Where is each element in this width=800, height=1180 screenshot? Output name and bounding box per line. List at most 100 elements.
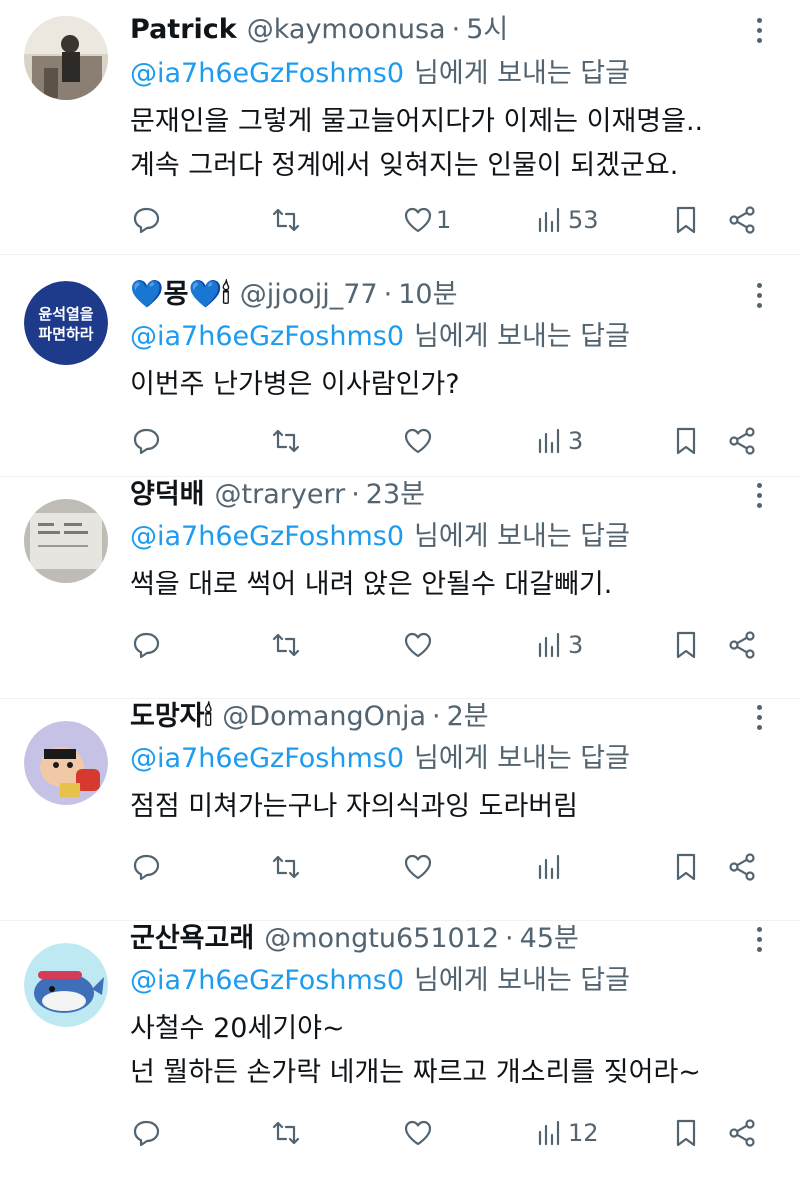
- tweet-actions: [130, 847, 770, 887]
- reply-button[interactable]: [130, 1113, 164, 1153]
- like-button[interactable]: [402, 1113, 436, 1153]
- like-button[interactable]: [402, 421, 436, 461]
- reply-button[interactable]: [130, 625, 164, 665]
- tweet[interactable]: 군산욕고래 @mongtu651012 · 45분 @ia7h6eGzFoshm…: [0, 921, 800, 1180]
- timestamp[interactable]: 10분: [398, 277, 457, 313]
- more-options-button[interactable]: [744, 477, 774, 513]
- user-handle[interactable]: @jjoojj_77: [240, 277, 378, 313]
- avatar[interactable]: [24, 16, 108, 100]
- timestamp[interactable]: 5시: [466, 12, 508, 48]
- retweet-icon: [270, 1117, 302, 1149]
- separator-dot: ·: [505, 923, 514, 954]
- like-button[interactable]: [402, 847, 436, 887]
- avatar[interactable]: [24, 499, 108, 583]
- bookmark-button[interactable]: [670, 847, 702, 887]
- like-button[interactable]: 1: [402, 200, 451, 240]
- avatar[interactable]: [24, 943, 108, 1027]
- more-options-button[interactable]: [744, 12, 774, 48]
- bar-chart-icon: [534, 425, 566, 457]
- tweet-actions: 3: [130, 625, 770, 665]
- tweet[interactable]: 양덕배 @traryerr · 23분 @ia7h6eGzFoshms0 님에게 …: [0, 477, 800, 699]
- bookmark-icon: [670, 204, 702, 236]
- tweet-actions: 3: [130, 421, 770, 461]
- share-button[interactable]: [726, 421, 758, 461]
- bookmark-button[interactable]: [670, 1113, 702, 1153]
- tweet[interactable]: Patrick @kaymoonusa · 5시 @ia7h6eGzFoshms…: [0, 0, 800, 255]
- reply-mention[interactable]: @ia7h6eGzFoshms0: [130, 965, 404, 996]
- user-handle[interactable]: @traryerr: [215, 477, 346, 513]
- reply-button[interactable]: [130, 847, 164, 887]
- heart-icon: [402, 204, 434, 236]
- separator-dot: ·: [351, 479, 360, 510]
- retweet-icon: [270, 851, 302, 883]
- share-button[interactable]: [726, 847, 758, 887]
- retweet-icon: [270, 425, 302, 457]
- bookmark-button[interactable]: [670, 200, 702, 240]
- bookmark-button[interactable]: [670, 421, 702, 461]
- retweet-button[interactable]: [270, 625, 304, 665]
- timestamp[interactable]: 45분: [520, 921, 579, 957]
- display-name[interactable]: 도망자🕯: [130, 699, 212, 735]
- tweet-text-line: 이번주 난가병은 이사람인가?: [130, 369, 460, 400]
- timestamp[interactable]: 23분: [366, 477, 425, 513]
- retweet-button[interactable]: [270, 200, 304, 240]
- reply-mention[interactable]: @ia7h6eGzFoshms0: [130, 743, 404, 774]
- views-button[interactable]: 53: [534, 200, 599, 240]
- display-name[interactable]: Patrick: [130, 12, 237, 48]
- share-button[interactable]: [726, 200, 758, 240]
- display-name[interactable]: 군산욕고래: [130, 921, 254, 957]
- separator-dot: ·: [451, 14, 461, 45]
- reply-suffix: 님에게 보내는 답글: [414, 743, 630, 774]
- views-button[interactable]: 3: [534, 625, 583, 665]
- avatar[interactable]: 윤석열을 파면하라: [24, 281, 108, 365]
- tweet[interactable]: 도망자🕯 @DomangOnja · 2분 @ia7h6eGzFoshms0 님에…: [0, 699, 800, 921]
- views-button[interactable]: 12: [534, 1113, 599, 1153]
- reply-mention[interactable]: @ia7h6eGzFoshms0: [130, 321, 404, 352]
- reply-context: @ia7h6eGzFoshms0 님에게 보내는 답글: [130, 317, 630, 357]
- reply-icon: [130, 1117, 162, 1149]
- bar-chart-icon: [534, 629, 566, 661]
- display-name[interactable]: 💙몽💙🕯: [130, 277, 230, 313]
- more-options-button[interactable]: [744, 921, 774, 957]
- bookmark-icon: [670, 1117, 702, 1149]
- share-icon: [726, 1117, 758, 1149]
- timestamp[interactable]: 2분: [447, 699, 489, 735]
- more-dot-icon: [756, 502, 762, 508]
- more-dot-icon: [756, 292, 762, 298]
- share-button[interactable]: [726, 625, 758, 665]
- views-count: 3: [568, 427, 584, 455]
- views-count: 3: [568, 631, 584, 659]
- more-dot-icon: [756, 37, 762, 43]
- like-button[interactable]: [402, 625, 436, 665]
- tweet-text-line: 사철수 20세기야~: [130, 1013, 345, 1044]
- user-handle[interactable]: @mongtu651012: [264, 921, 499, 957]
- more-dot-icon: [756, 926, 762, 932]
- more-dot-icon: [756, 936, 762, 942]
- retweet-button[interactable]: [270, 847, 304, 887]
- reply-button[interactable]: [130, 200, 164, 240]
- reply-mention[interactable]: @ia7h6eGzFoshms0: [130, 58, 404, 89]
- retweet-button[interactable]: [270, 421, 304, 461]
- avatar[interactable]: [24, 721, 108, 805]
- reply-context: @ia7h6eGzFoshms0 님에게 보내는 답글: [130, 961, 630, 1001]
- bookmark-button[interactable]: [670, 625, 702, 665]
- bookmark-icon: [670, 851, 702, 883]
- views-count: 12: [568, 1119, 599, 1147]
- retweet-button[interactable]: [270, 1113, 304, 1153]
- bookmark-icon: [670, 425, 702, 457]
- reply-button[interactable]: [130, 421, 164, 461]
- share-button[interactable]: [726, 1113, 758, 1153]
- reply-suffix: 님에게 보내는 답글: [414, 58, 630, 89]
- views-button[interactable]: [534, 847, 568, 887]
- reply-mention[interactable]: @ia7h6eGzFoshms0: [130, 521, 404, 552]
- user-handle[interactable]: @DomangOnja: [222, 699, 426, 735]
- reply-icon: [130, 204, 162, 236]
- user-handle[interactable]: @kaymoonusa: [247, 12, 446, 48]
- display-name[interactable]: 양덕배: [130, 477, 205, 513]
- views-button[interactable]: 3: [534, 421, 583, 461]
- more-options-button[interactable]: [744, 699, 774, 735]
- tweet-text: 문재인을 그렇게 물고늘어지다가 이제는 이재명을.. 계속 그러다 정계에서 …: [130, 100, 780, 188]
- tweet[interactable]: 윤석열을 파면하라 💙몽💙🕯 @jjoojj_77 · 10분 @ia7h6eG…: [0, 255, 800, 477]
- more-options-button[interactable]: [744, 277, 774, 313]
- tweet-text-line: 문재인을 그렇게 물고늘어지다가 이제는 이재명을..: [130, 106, 704, 137]
